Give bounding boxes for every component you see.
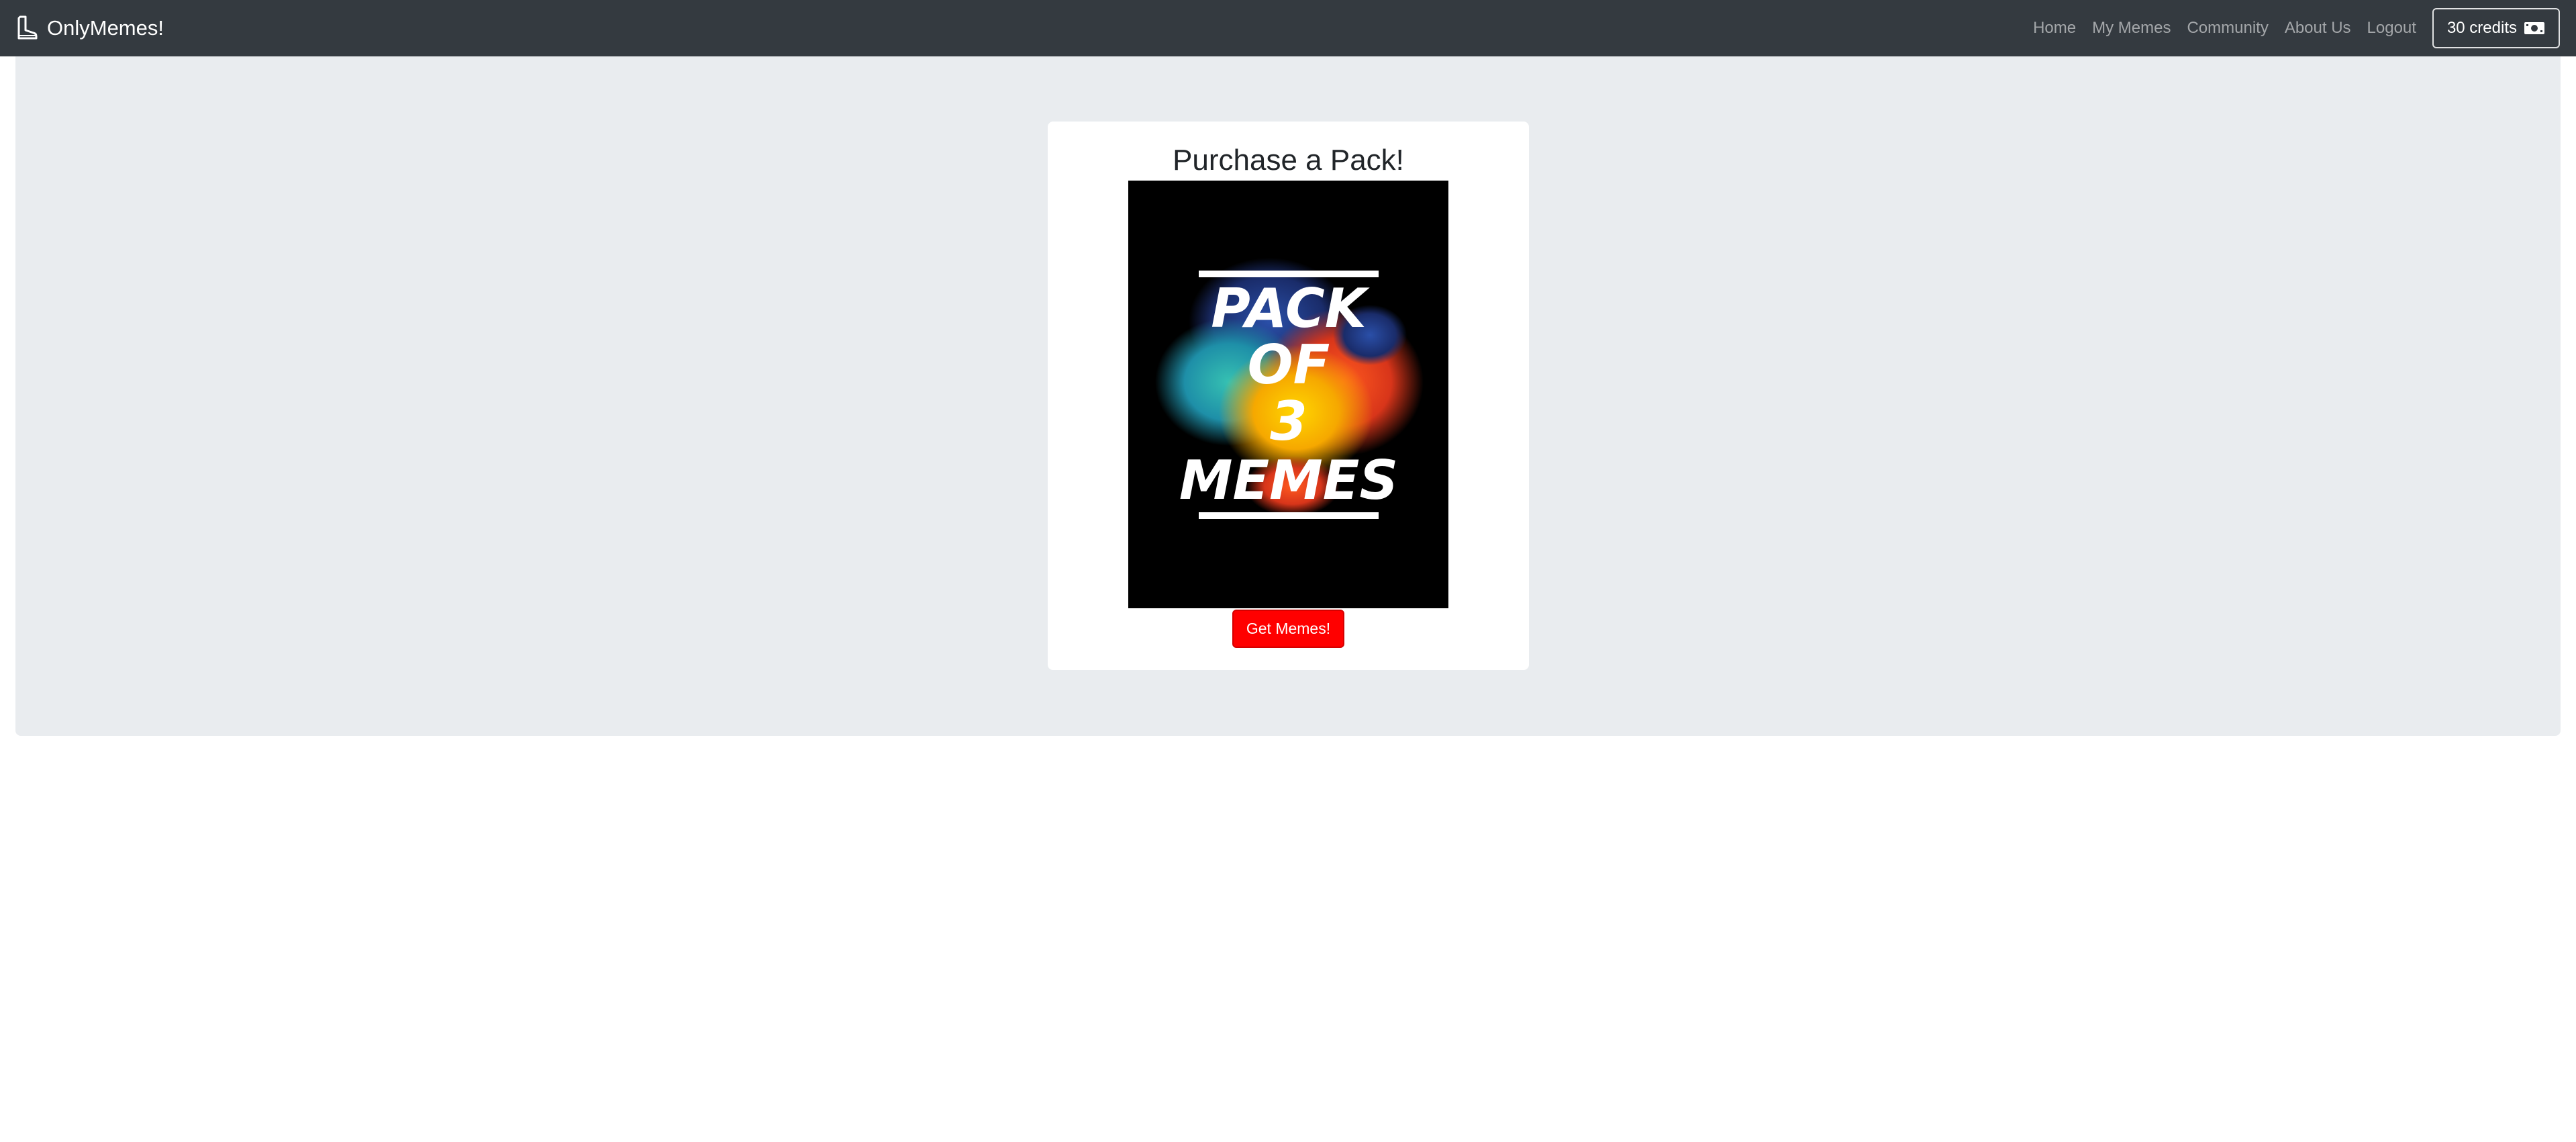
pack-image-line-1: PACK: [1211, 277, 1369, 340]
nav-link-logout[interactable]: Logout: [2367, 19, 2416, 38]
pack-image: PACK OF 3 MEMES: [1128, 181, 1448, 608]
nav-link-my-memes[interactable]: My Memes: [2092, 19, 2171, 38]
nav-link-about-us[interactable]: About Us: [2285, 19, 2351, 38]
brand-link[interactable]: OnlyMemes!: [16, 15, 164, 41]
credits-button[interactable]: 30 credits: [2432, 8, 2560, 48]
nav-link-home[interactable]: Home: [2033, 19, 2076, 38]
cash-icon: [2524, 22, 2544, 34]
nav-links: Home My Memes Community About Us Logout …: [2017, 8, 2560, 48]
pack-image-line-3: 3: [1270, 390, 1307, 453]
pack-image-line-2: OF: [1248, 334, 1330, 396]
credits-label: 30 credits: [2446, 19, 2517, 37]
get-memes-button[interactable]: Get Memes!: [1232, 610, 1344, 648]
pack-image-line-4: MEMES: [1179, 449, 1398, 512]
boot-icon: [17, 15, 38, 40]
page-title: Purchase a Pack!: [1173, 144, 1404, 177]
brand-label: OnlyMemes!: [47, 16, 164, 40]
nav-link-community[interactable]: Community: [2187, 19, 2268, 38]
navbar: OnlyMemes! Home My Memes Community About…: [0, 0, 2576, 56]
pack-card: Purchase a Pack! PACK OF 3 MEMES Get Mem…: [1048, 122, 1529, 670]
